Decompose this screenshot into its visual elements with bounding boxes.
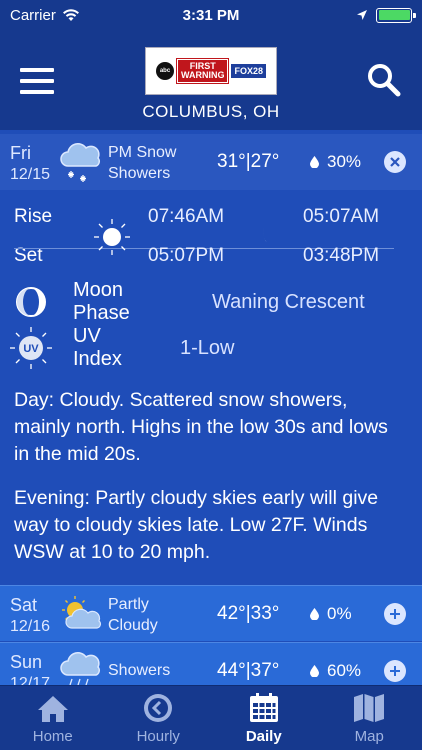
- moon-phase-icon: [16, 287, 46, 317]
- uv-index-row: UV UV Index 1-Low: [10, 325, 234, 370]
- moonrise-time: 05:07AM: [303, 206, 380, 227]
- expand-button[interactable]: [384, 660, 406, 682]
- partly-cloudy-icon: [62, 596, 101, 629]
- clock-icon: [144, 694, 173, 722]
- collapse-button[interactable]: [384, 151, 406, 173]
- wifi-icon: [62, 8, 79, 21]
- status-time: 3:31 PM: [182, 6, 240, 24]
- carrier-label: Carrier: [10, 6, 56, 24]
- day-date-value: 12/16: [10, 618, 51, 635]
- uv-index-label: UV Index: [73, 325, 122, 370]
- cloud-snow-icon: [60, 143, 100, 182]
- raindrop-icon: [310, 665, 319, 677]
- condition-text: PM Snow Showers: [108, 142, 176, 184]
- tab-daily[interactable]: Daily: [211, 686, 317, 750]
- day-date: Sat 12/16: [10, 594, 50, 638]
- condition-text: Showers: [108, 660, 170, 681]
- plus-icon: [390, 609, 400, 619]
- day-date-value: 12/15: [10, 166, 51, 183]
- tab-label: Hourly: [136, 728, 180, 745]
- tab-bar: Home Hourly Daily Map: [0, 685, 422, 750]
- condition-line-1: PM Snow: [108, 144, 177, 161]
- moon-crescent-icon: [262, 220, 276, 246]
- sunset-time: 05:07PM: [148, 245, 225, 266]
- first-warning-logo: FIRST WARNING: [175, 58, 230, 84]
- moonset-time: 03:48PM: [303, 245, 380, 266]
- hamburger-icon: [20, 68, 54, 72]
- status-right: [272, 7, 416, 23]
- temperature-range: 31°|27°: [217, 151, 279, 173]
- day-row-sat[interactable]: Sat 12/16 Partly Cloudy 42°|33° 0%: [0, 585, 422, 641]
- precip-chance: 0%: [310, 604, 352, 624]
- tab-label: Daily: [245, 728, 282, 745]
- precip-value: 60%: [327, 661, 362, 680]
- condition-line-2: Cloudy: [108, 617, 158, 634]
- uv-icon-text: UV: [23, 343, 39, 355]
- low-temp: 37°: [250, 660, 280, 681]
- high-temp: 42°: [217, 603, 246, 624]
- high-temp: 31°: [217, 151, 246, 172]
- tab-map[interactable]: Map: [317, 686, 422, 750]
- sunrise-time: 07:46AM: [148, 206, 225, 227]
- raindrop-icon: [310, 608, 319, 620]
- location-arrow-icon: [357, 10, 367, 20]
- calendar-icon: [249, 693, 278, 722]
- tab-hourly[interactable]: Hourly: [106, 686, 212, 750]
- station-logo: abc FIRST WARNING FOX28: [145, 47, 277, 95]
- plus-icon: [390, 666, 400, 676]
- condition-text: Partly Cloudy: [108, 594, 158, 636]
- low-temp: 27°: [250, 151, 280, 172]
- temperature-range: 42°|33°: [217, 603, 279, 625]
- precip-chance: 60%: [310, 661, 361, 681]
- app-header: abc FIRST WARNING FOX28 COLUMBUS, OH: [0, 30, 422, 130]
- tab-home[interactable]: Home: [0, 686, 106, 750]
- condition-line-1: Showers: [108, 662, 171, 679]
- condition-line-1: Partly: [108, 596, 149, 613]
- menu-button[interactable]: [20, 68, 54, 94]
- day-date: Fri 12/15: [10, 142, 50, 186]
- day-detail-panel: Rise Set 07:46AM 05:07PM 05:07AM 03:48PM…: [0, 190, 422, 585]
- day-row-fri[interactable]: Fri 12/15 PM Snow Showers 31°|27° 30%: [0, 134, 422, 190]
- moon-phase-value: Waning Crescent: [212, 290, 365, 313]
- search-icon[interactable]: [366, 62, 402, 98]
- high-temp: 44°: [217, 660, 246, 681]
- uv-index-icon: UV: [10, 327, 52, 369]
- status-left: Carrier: [10, 7, 150, 24]
- fox28-logo: FOX28: [231, 64, 266, 78]
- condition-line-2: Showers: [108, 165, 171, 182]
- uv-index-value: 1-Low: [180, 336, 235, 359]
- precip-value: 0%: [327, 604, 352, 623]
- sun-icon: [94, 219, 130, 255]
- day-name: Sun: [10, 652, 43, 672]
- day-forecast-text: Day: Cloudy. Scattered snow showers, mai…: [14, 389, 388, 465]
- low-temp: 33°: [250, 603, 280, 624]
- moon-phase-label: Moon Phase: [73, 279, 130, 324]
- sun-moon-times: Rise Set 07:46AM 05:07PM 05:07AM 03:48PM: [14, 204, 394, 268]
- location-label: COLUMBUS, OH: [142, 102, 280, 121]
- temperature-range: 44°|37°: [217, 660, 279, 682]
- network-logo: abc: [155, 62, 174, 80]
- close-icon: [390, 157, 400, 167]
- home-icon: [37, 696, 68, 722]
- status-bar: Carrier 3:31 PM: [0, 0, 422, 30]
- evening-forecast-text: Evening: Partly cloudy skies early will …: [14, 487, 379, 563]
- moon-phase-row: Moon Phase Waning Crescent: [14, 279, 365, 324]
- tab-label: Home: [32, 728, 73, 745]
- precip-value: 30%: [327, 152, 362, 171]
- day-name: Fri: [10, 143, 31, 163]
- rise-label: Rise: [14, 206, 53, 227]
- map-icon: [354, 694, 385, 722]
- day-name: Sat: [10, 595, 38, 615]
- tab-label: Map: [354, 728, 384, 745]
- expand-button[interactable]: [384, 603, 406, 625]
- precip-chance: 30%: [310, 152, 361, 172]
- battery-icon: [376, 7, 416, 23]
- raindrop-icon: [310, 156, 319, 168]
